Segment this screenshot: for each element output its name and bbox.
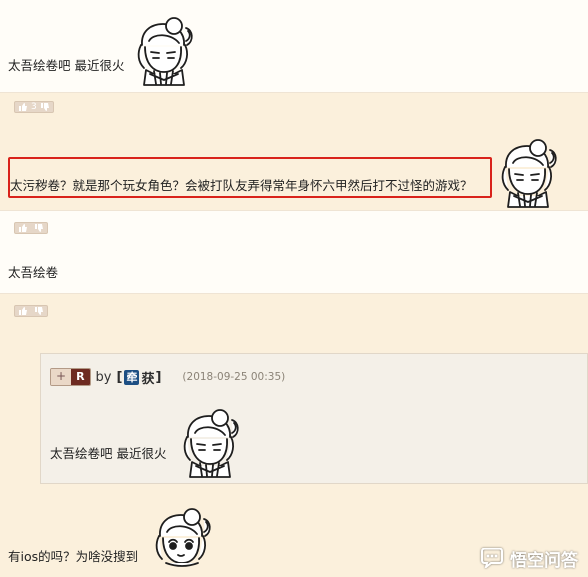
post-divider: [0, 92, 588, 93]
post-divider: [0, 293, 588, 294]
post-block-3: [0, 210, 588, 293]
username-bracket-left: [: [116, 369, 123, 385]
rank-badge[interactable]: + R: [50, 368, 91, 386]
user-badge: 牵: [124, 369, 140, 385]
username-bracket-right: ]: [155, 369, 162, 385]
thumb-up-icon: [19, 103, 27, 111]
username-text: 获: [141, 371, 155, 387]
username[interactable]: [ 牵 获 ]: [116, 368, 162, 387]
vote-count: 3: [31, 102, 37, 112]
plus-icon: +: [51, 369, 72, 385]
thumb-down-icon: [35, 224, 43, 232]
by-label: by: [95, 369, 112, 385]
post-date: (2018-09-25 00:35): [182, 371, 286, 383]
post-text: 有ios的吗？为啥没搜到: [8, 549, 139, 564]
thumb-down-icon: [35, 307, 43, 315]
anime-girl-fan-sticker: [137, 17, 193, 86]
vote-control[interactable]: [14, 222, 48, 234]
anime-girl-sticker: [155, 508, 211, 567]
quote-text: 太吾绘卷吧 最近很火: [50, 446, 167, 461]
post-text: 太吾绘卷吧 最近很火: [8, 58, 125, 73]
post-block-1: [0, 0, 588, 92]
thumb-up-icon: [19, 307, 27, 315]
vote-control[interactable]: [14, 305, 48, 317]
post-text: 太吾绘卷: [8, 265, 59, 280]
vote-control[interactable]: 3: [14, 101, 54, 113]
watermark: 悟空问答: [480, 545, 578, 571]
quote-header: + R by [ 牵 获 ] (2018-09-25 00:35): [50, 367, 285, 387]
rank-label: R: [71, 369, 90, 385]
forum-thread-screenshot: 太吾绘卷吧 最近很火 3 太污秽卷？就是那个玩女角色？会被打队友弄得常年身怀六甲…: [0, 0, 588, 577]
anime-girl-fan-sticker: [183, 409, 239, 478]
chat-bubble-logo-icon: [481, 548, 503, 568]
watermark-text: 悟空问答: [510, 550, 578, 571]
post-text: 太污秽卷？就是那个玩女角色？会被打队友弄得常年身怀六甲然后打不过怪的游戏？: [10, 178, 473, 193]
thumb-down-icon: [40, 103, 49, 111]
post-divider: [0, 210, 588, 211]
anime-girl-fan-sticker: [501, 139, 557, 208]
thumb-up-icon: [19, 224, 27, 232]
